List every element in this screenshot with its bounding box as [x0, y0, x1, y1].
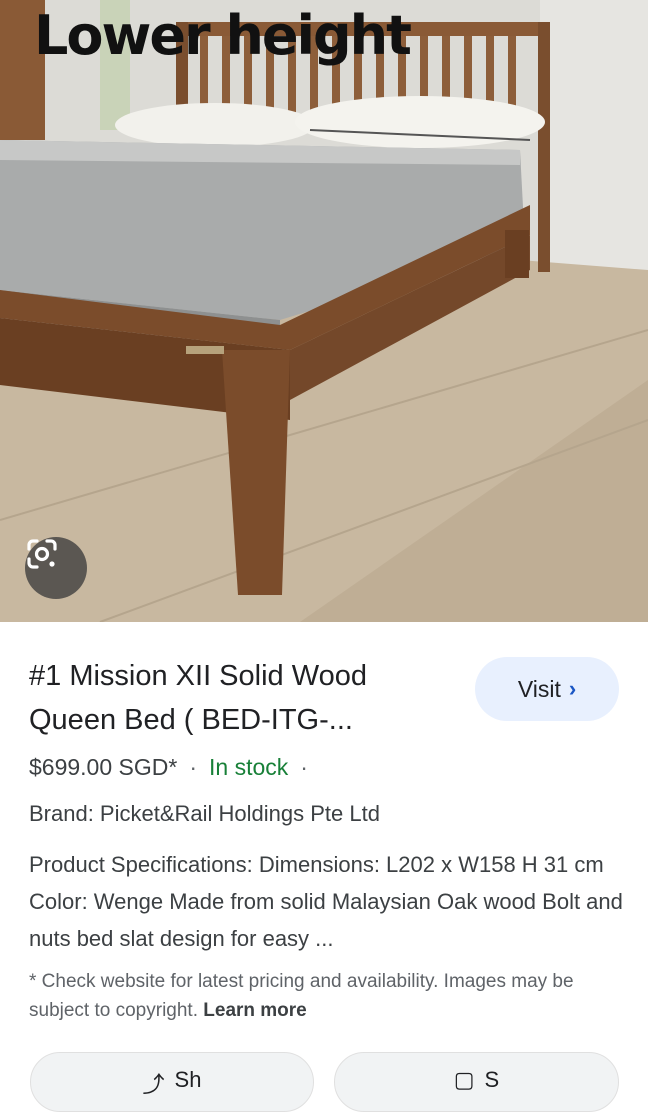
price-row: $699.00 SGD* · In stock · [29, 754, 308, 781]
stock-status: In stock [209, 754, 289, 780]
save-label: S [484, 1067, 500, 1092]
price: $699.00 SGD* [29, 754, 178, 780]
lens-icon [27, 539, 57, 569]
product-image[interactable]: Lower height [0, 0, 648, 622]
chevron-right-icon: › [568, 676, 577, 701]
product-details-panel: #1 Mission XII Solid Wood Queen Bed ( BE… [0, 622, 648, 1112]
share-icon: ⤴ [142, 1072, 165, 1097]
save-button[interactable]: ▢ S [334, 1052, 619, 1112]
bookmark-icon: ▢ [453, 1067, 475, 1092]
product-specifications: Product Specifications: Dimensions: L202… [29, 852, 623, 951]
google-lens-button[interactable] [25, 537, 87, 599]
product-title[interactable]: #1 Mission XII Solid Wood Queen Bed ( BE… [29, 654, 449, 742]
visit-label: Visit [517, 675, 561, 702]
separator-dot: · [189, 754, 197, 780]
image-overlay-caption: Lower height [34, 4, 412, 67]
learn-more-link[interactable]: Learn more [203, 1000, 306, 1021]
separator-dot-trailing: · [300, 754, 308, 780]
disclaimer: * Check website for latest pricing and a… [29, 967, 619, 1025]
brand-text: Brand: Picket&Rail Holdings Pte Ltd [29, 801, 380, 826]
bed-photo [0, 0, 648, 622]
visit-button[interactable]: Visit › [475, 657, 619, 721]
share-button[interactable]: ⤴ Sh [30, 1052, 314, 1112]
share-label: Sh [174, 1067, 202, 1092]
